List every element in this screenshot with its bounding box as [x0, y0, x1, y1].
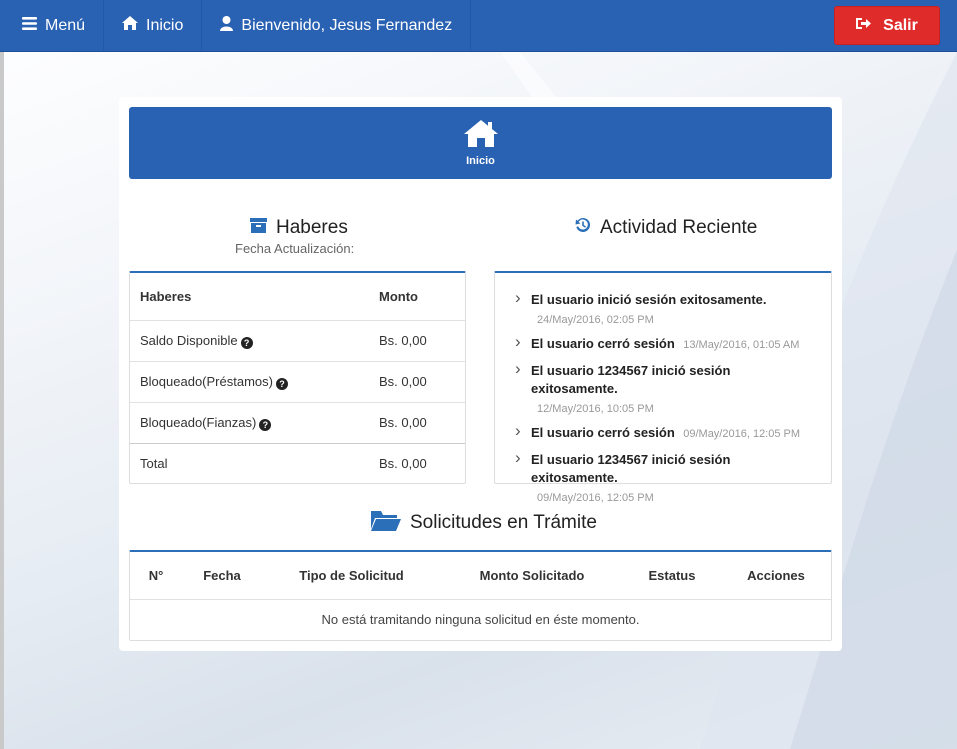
top-navbar: Menú Inicio Bienvenido, Jesus Fernandez …	[0, 0, 957, 52]
activity-message: El usuario cerró sesión	[531, 425, 675, 440]
total-amount: Bs. 0,00	[369, 442, 465, 484]
row-amount: Bs. 0,00	[369, 319, 465, 361]
activity-time: 09/May/2016, 12:05 PM	[537, 492, 654, 504]
table-header-row: Haberes Monto	[130, 273, 465, 320]
actividad-panel: El usuario inició sesión exitosamente. 2…	[494, 271, 832, 504]
activity-time: 12/May/2016, 10:05 PM	[537, 403, 654, 415]
column-header: Acciones	[747, 567, 805, 583]
list-item: El usuario cerró sesión 09/May/2016, 12:…	[515, 421, 817, 442]
question-circle-icon[interactable]: ?	[240, 336, 253, 349]
question-circle-icon[interactable]: ?	[275, 377, 288, 390]
haberes-table: Haberes Monto Saldo Disponible? Bs. 0,00…	[130, 273, 465, 484]
list-item: El usuario 1234567 inició sesión exitosa…	[515, 359, 817, 415]
archive-icon	[250, 217, 267, 239]
column-header: N°	[148, 567, 164, 583]
row-amount: Bs. 0,00	[369, 401, 465, 443]
total-label: Total	[130, 442, 369, 484]
folder-open-icon	[371, 509, 401, 537]
hero-inicio-banner: Inicio	[129, 107, 832, 179]
haberes-title: Haberes	[250, 217, 348, 239]
solicitudes-title: Solicitudes en Trámite	[371, 509, 597, 537]
row-amount: Bs. 0,00	[369, 360, 465, 402]
welcome-label: Bienvenido, Jesus Fernandez	[241, 16, 453, 34]
column-header: Fecha	[203, 567, 241, 583]
logout-label: Salir	[883, 16, 918, 34]
activity-time: 13/May/2016, 01:05 AM	[683, 339, 800, 351]
solicitudes-title-text: Solicitudes en Trámite	[410, 512, 597, 533]
table-row: Saldo Disponible? Bs. 0,00	[130, 319, 465, 361]
menu-label: Menú	[45, 16, 86, 34]
user-welcome[interactable]: Bienvenido, Jesus Fernandez	[202, 0, 472, 51]
column-header: Monto Solicitado	[479, 567, 585, 583]
column-header: Monto	[379, 288, 418, 304]
nav-inicio-label: Inicio	[146, 16, 184, 34]
list-item: El usuario 1234567 inició sesión exitosa…	[515, 448, 817, 504]
activity-list: El usuario inició sesión exitosamente. 2…	[495, 273, 831, 504]
home-icon	[122, 16, 139, 35]
table-header-row: N° Fecha Tipo de Solicitud Monto Solicit…	[130, 552, 831, 599]
question-circle-icon[interactable]: ?	[259, 418, 272, 431]
total-row: Total Bs. 0,00	[130, 442, 465, 484]
column-header: Estatus	[648, 567, 696, 583]
actividad-title-text: Actividad Reciente	[600, 217, 758, 238]
hero-label: Inicio	[466, 154, 495, 167]
row-label: Bloqueado(Fianzas)	[140, 414, 257, 430]
activity-message: El usuario cerró sesión	[531, 336, 675, 351]
column-header: Tipo de Solicitud	[299, 567, 404, 583]
table-row: No está tramitando ninguna solicitud en …	[130, 598, 831, 639]
home-icon	[463, 119, 498, 152]
bars-icon	[22, 16, 37, 35]
activity-time: 09/May/2016, 12:05 PM	[683, 428, 801, 440]
logout-button[interactable]: Salir	[834, 6, 940, 45]
row-label: Bloqueado(Préstamos)	[140, 373, 273, 389]
actividad-title: Actividad Reciente	[575, 217, 757, 239]
menu-button[interactable]: Menú	[0, 0, 105, 51]
sign-out-icon	[856, 17, 872, 35]
activity-message: El usuario 1234567 inició sesión exitosa…	[531, 452, 731, 485]
activity-time: 24/May/2016, 02:05 PM	[537, 314, 654, 326]
nav-inicio-link[interactable]: Inicio	[104, 0, 203, 51]
table-row: Bloqueado(Préstamos)? Bs. 0,00	[130, 360, 465, 402]
column-header: Haberes	[140, 288, 192, 304]
solicitudes-table: N° Fecha Tipo de Solicitud Monto Solicit…	[130, 552, 831, 639]
list-item: El usuario inició sesión exitosamente. 2…	[515, 288, 817, 326]
solicitudes-panel: N° Fecha Tipo de Solicitud Monto Solicit…	[129, 550, 832, 641]
list-item: El usuario cerró sesión 13/May/2016, 01:…	[515, 332, 817, 353]
dashboard-card: Inicio Haberes Fecha Actualización: Habe…	[119, 97, 842, 651]
haberes-fecha-actualizacion: Fecha Actualización:	[235, 241, 355, 256]
user-icon	[220, 15, 234, 36]
row-label: Saldo Disponible	[140, 332, 238, 348]
activity-message: El usuario 1234567 inició sesión exitosa…	[531, 363, 731, 396]
haberes-title-text: Haberes	[276, 217, 348, 238]
history-icon	[575, 217, 591, 239]
empty-message: No está tramitando ninguna solicitud en …	[130, 598, 831, 639]
table-row: Bloqueado(Fianzas)? Bs. 0,00	[130, 401, 465, 443]
haberes-panel: Haberes Monto Saldo Disponible? Bs. 0,00…	[129, 271, 466, 484]
activity-message: El usuario inició sesión exitosamente.	[531, 292, 767, 307]
